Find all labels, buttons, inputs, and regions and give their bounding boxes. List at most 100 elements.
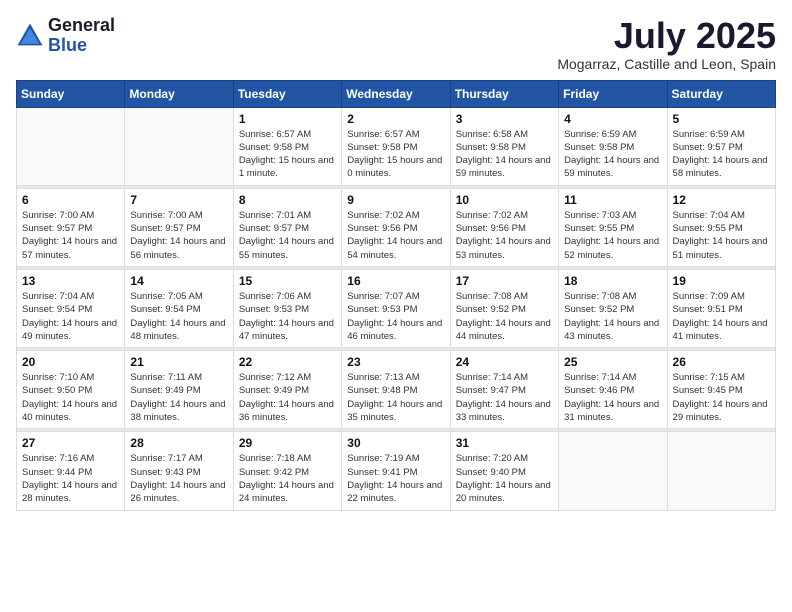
day-info: Sunrise: 7:19 AM Sunset: 9:41 PM Dayligh… [347,452,444,505]
calendar-header-row: Sunday Monday Tuesday Wednesday Thursday… [17,80,776,107]
day-info: Sunrise: 7:20 AM Sunset: 9:40 PM Dayligh… [456,452,553,505]
calendar-week-row: 6 Sunrise: 7:00 AM Sunset: 9:57 PM Daylig… [17,188,776,266]
day-info: Sunrise: 7:01 AM Sunset: 9:57 PM Dayligh… [239,209,336,262]
table-row [17,107,125,185]
day-info: Sunrise: 7:14 AM Sunset: 9:47 PM Dayligh… [456,371,553,424]
day-info: Sunrise: 7:16 AM Sunset: 9:44 PM Dayligh… [22,452,119,505]
day-info: Sunrise: 7:00 AM Sunset: 9:57 PM Dayligh… [130,209,227,262]
day-number: 15 [239,274,336,288]
col-tuesday: Tuesday [233,80,341,107]
day-info: Sunrise: 7:14 AM Sunset: 9:46 PM Dayligh… [564,371,661,424]
table-row: 24 Sunrise: 7:14 AM Sunset: 9:47 PM Dayli… [450,351,558,429]
table-row: 3 Sunrise: 6:58 AM Sunset: 9:58 PM Daylig… [450,107,558,185]
logo-icon [16,22,44,50]
logo-general-text: General [48,16,115,36]
day-info: Sunrise: 7:07 AM Sunset: 9:53 PM Dayligh… [347,290,444,343]
table-row: 8 Sunrise: 7:01 AM Sunset: 9:57 PM Daylig… [233,188,341,266]
day-info: Sunrise: 7:02 AM Sunset: 9:56 PM Dayligh… [456,209,553,262]
day-info: Sunrise: 7:10 AM Sunset: 9:50 PM Dayligh… [22,371,119,424]
day-number: 28 [130,436,227,450]
day-info: Sunrise: 7:09 AM Sunset: 9:51 PM Dayligh… [673,290,770,343]
day-number: 27 [22,436,119,450]
col-friday: Friday [559,80,667,107]
day-number: 26 [673,355,770,369]
logo-text: General Blue [48,16,115,56]
day-info: Sunrise: 7:11 AM Sunset: 9:49 PM Dayligh… [130,371,227,424]
table-row: 29 Sunrise: 7:18 AM Sunset: 9:42 PM Dayli… [233,432,341,510]
day-info: Sunrise: 6:57 AM Sunset: 9:58 PM Dayligh… [347,128,444,181]
table-row [559,432,667,510]
table-row: 12 Sunrise: 7:04 AM Sunset: 9:55 PM Dayli… [667,188,775,266]
day-number: 23 [347,355,444,369]
day-number: 6 [22,193,119,207]
day-info: Sunrise: 7:04 AM Sunset: 9:54 PM Dayligh… [22,290,119,343]
month-year-title: July 2025 [557,16,776,56]
table-row: 21Sunrise: 7:11 AM Sunset: 9:49 PM Dayli… [125,351,233,429]
table-row: 7 Sunrise: 7:00 AM Sunset: 9:57 PM Daylig… [125,188,233,266]
day-info: Sunrise: 7:06 AM Sunset: 9:53 PM Dayligh… [239,290,336,343]
day-number: 7 [130,193,227,207]
table-row: 10 Sunrise: 7:02 AM Sunset: 9:56 PM Dayli… [450,188,558,266]
day-number: 31 [456,436,553,450]
table-row: 27 Sunrise: 7:16 AM Sunset: 9:44 PM Dayli… [17,432,125,510]
day-number: 13 [22,274,119,288]
table-row: 25 Sunrise: 7:14 AM Sunset: 9:46 PM Dayli… [559,351,667,429]
table-row: 13 Sunrise: 7:04 AM Sunset: 9:54 PM Dayli… [17,269,125,347]
table-row: 16 Sunrise: 7:07 AM Sunset: 9:53 PM Dayli… [342,269,450,347]
col-saturday: Saturday [667,80,775,107]
day-number: 30 [347,436,444,450]
table-row: 17 Sunrise: 7:08 AM Sunset: 9:52 PM Dayli… [450,269,558,347]
calendar-week-row: 20 Sunrise: 7:10 AM Sunset: 9:50 PM Dayli… [17,351,776,429]
calendar-week-row: 27 Sunrise: 7:16 AM Sunset: 9:44 PM Dayli… [17,432,776,510]
day-number: 8 [239,193,336,207]
table-row: 11 Sunrise: 7:03 AM Sunset: 9:55 PM Dayli… [559,188,667,266]
day-number: 11 [564,193,661,207]
day-number: 14 [130,274,227,288]
day-number: 29 [239,436,336,450]
day-number: 19 [673,274,770,288]
day-info: Sunrise: 6:58 AM Sunset: 9:58 PM Dayligh… [456,128,553,181]
day-info: Sunrise: 7:03 AM Sunset: 9:55 PM Dayligh… [564,209,661,262]
calendar-week-row: 1Sunrise: 6:57 AM Sunset: 9:58 PM Daylig… [17,107,776,185]
day-number: 20 [22,355,119,369]
day-number: 16 [347,274,444,288]
day-info: Sunrise: 7:17 AM Sunset: 9:43 PM Dayligh… [130,452,227,505]
day-number: 4 [564,112,661,126]
col-wednesday: Wednesday [342,80,450,107]
day-number: 17 [456,274,553,288]
day-info: Sunrise: 7:04 AM Sunset: 9:55 PM Dayligh… [673,209,770,262]
day-number: 12 [673,193,770,207]
day-number: 24 [456,355,553,369]
location-subtitle: Mogarraz, Castille and Leon, Spain [557,56,776,72]
day-number: 5 [673,112,770,126]
page-header: General Blue July 2025 Mogarraz, Castill… [16,16,776,72]
table-row: 4 Sunrise: 6:59 AM Sunset: 9:58 PM Daylig… [559,107,667,185]
day-info: Sunrise: 7:08 AM Sunset: 9:52 PM Dayligh… [564,290,661,343]
day-info: Sunrise: 7:08 AM Sunset: 9:52 PM Dayligh… [456,290,553,343]
day-info: Sunrise: 6:59 AM Sunset: 9:57 PM Dayligh… [673,128,770,181]
table-row: 20 Sunrise: 7:10 AM Sunset: 9:50 PM Dayli… [17,351,125,429]
table-row: 30 Sunrise: 7:19 AM Sunset: 9:41 PM Dayli… [342,432,450,510]
calendar-week-row: 13 Sunrise: 7:04 AM Sunset: 9:54 PM Dayli… [17,269,776,347]
day-info: Sunrise: 7:18 AM Sunset: 9:42 PM Dayligh… [239,452,336,505]
day-number: 3 [456,112,553,126]
table-row: 15 Sunrise: 7:06 AM Sunset: 9:53 PM Dayli… [233,269,341,347]
table-row: 9Sunrise: 7:02 AM Sunset: 9:56 PM Daylig… [342,188,450,266]
table-row [667,432,775,510]
col-monday: Monday [125,80,233,107]
col-thursday: Thursday [450,80,558,107]
day-number: 22 [239,355,336,369]
table-row: 22Sunrise: 7:12 AM Sunset: 9:49 PM Dayli… [233,351,341,429]
day-info: Sunrise: 7:15 AM Sunset: 9:45 PM Dayligh… [673,371,770,424]
logo: General Blue [16,16,115,56]
day-number: 25 [564,355,661,369]
day-number: 10 [456,193,553,207]
table-row [125,107,233,185]
table-row: 31 Sunrise: 7:20 AM Sunset: 9:40 PM Dayli… [450,432,558,510]
day-number: 2 [347,112,444,126]
table-row: 18Sunrise: 7:08 AM Sunset: 9:52 PM Dayli… [559,269,667,347]
table-row: 28 Sunrise: 7:17 AM Sunset: 9:43 PM Dayli… [125,432,233,510]
table-row: 2 Sunrise: 6:57 AM Sunset: 9:58 PM Daylig… [342,107,450,185]
title-block: July 2025 Mogarraz, Castille and Leon, S… [557,16,776,72]
day-info: Sunrise: 6:59 AM Sunset: 9:58 PM Dayligh… [564,128,661,181]
